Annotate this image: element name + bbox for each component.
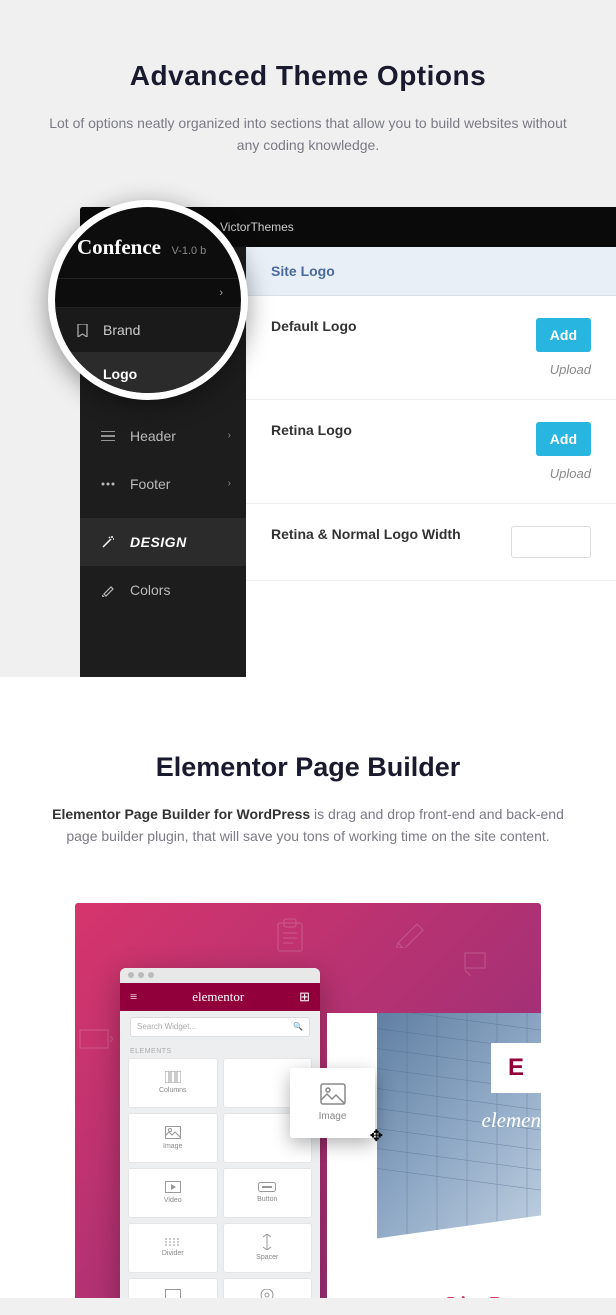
section1-title: Advanced Theme Options <box>0 60 616 92</box>
sidebar-item-colors[interactable]: Colors <box>80 566 246 614</box>
magnifier-lens: Confence V-1.0 b › Brand Logo <box>48 200 248 400</box>
chevron-right-icon: › <box>228 478 231 489</box>
section2-desc: Elementor Page Builder for WordPress is … <box>0 803 616 848</box>
widget-columns[interactable]: Columns <box>128 1058 218 1108</box>
widget-label: Spacer <box>256 1254 278 1261</box>
deco-pen-icon <box>395 918 430 948</box>
upload-hint: Upload <box>550 362 591 377</box>
imagebox-icon <box>165 1289 181 1298</box>
editor-brand: elementor <box>192 989 244 1005</box>
row-logo-width: Retina & Normal Logo Width <box>246 504 616 581</box>
lens-logo-label: Logo <box>103 366 137 382</box>
search-placeholder: Search Widget... <box>137 1022 196 1031</box>
sidebar-footer-label: Footer <box>130 476 170 492</box>
upload-hint: Upload <box>550 466 591 481</box>
logo-width-input[interactable] <box>511 526 591 558</box>
widget-label: Video <box>164 1197 182 1204</box>
elementor-logo-icon: E <box>491 1043 541 1093</box>
lens-item-brand[interactable]: Brand <box>55 308 241 352</box>
deco-clipboard-icon <box>275 918 305 953</box>
add-default-logo-button[interactable]: Add <box>536 318 591 352</box>
chevron-right-icon: › <box>219 287 223 299</box>
drag-widget-label: Image <box>319 1111 347 1122</box>
hamburger-icon <box>100 431 116 441</box>
advanced-theme-section: Advanced Theme Options Lot of options ne… <box>0 0 616 677</box>
editor-header: ≡ elementor ⊞ <box>120 983 320 1011</box>
row-default-logo: Default Logo Add Upload <box>246 296 616 400</box>
bookmark-icon <box>77 324 91 337</box>
widget-divider[interactable]: Divider <box>128 1223 218 1273</box>
window-dot <box>128 972 134 978</box>
widget-video[interactable]: Video <box>128 1168 218 1218</box>
window-controls <box>120 968 320 983</box>
columns-icon <box>165 1071 181 1083</box>
dots-icon <box>100 482 116 486</box>
brush-icon <box>100 583 116 597</box>
section2-desc-bold: Elementor Page Builder for WordPress <box>52 806 310 822</box>
deco-brush-icon <box>460 948 490 978</box>
maps-icon <box>260 1289 274 1298</box>
elementor-section: Elementor Page Builder Elementor Page Bu… <box>0 677 616 1298</box>
section1-desc: Lot of options neatly organized into sec… <box>0 112 616 157</box>
logo-width-label: Retina & Normal Logo Width <box>271 526 511 542</box>
widget-label: Image <box>163 1143 182 1150</box>
dragging-widget[interactable]: Image ✥ <box>290 1068 375 1138</box>
window-dot <box>148 972 154 978</box>
search-icon: 🔍 <box>293 1022 303 1031</box>
lens-brand: Confence <box>77 235 161 259</box>
add-retina-logo-button[interactable]: Add <box>536 422 591 456</box>
widget-image-box[interactable]: Image Box <box>128 1278 218 1298</box>
sidebar-item-design[interactable]: DESIGN <box>80 518 246 566</box>
sidebar-design-label: DESIGN <box>130 534 187 550</box>
elementor-preview: E elemen Live Page Builder Fo <box>327 1013 541 1298</box>
elementor-frame: ≡ elementor ⊞ Search Widget... 🔍 ELEMENT… <box>75 903 541 1298</box>
widget-spacer[interactable]: Spacer <box>223 1223 313 1273</box>
widget-image[interactable]: Image <box>128 1113 218 1163</box>
search-input[interactable]: Search Widget... 🔍 <box>130 1017 310 1037</box>
widget-label: Button <box>257 1196 277 1203</box>
sidebar-colors-label: Colors <box>130 582 170 598</box>
sidebar-item-footer[interactable]: Footer › <box>80 460 246 508</box>
wand-icon <box>100 535 116 549</box>
move-cursor-icon: ✥ <box>370 1126 383 1146</box>
grid-icon[interactable]: ⊞ <box>299 989 310 1005</box>
editor-search-wrap: Search Widget... 🔍 <box>120 1011 320 1043</box>
lens-brand-label: Brand <box>103 322 140 338</box>
video-icon <box>165 1181 181 1193</box>
widget-label: Columns <box>159 1087 187 1094</box>
chevron-right-icon: › <box>228 430 231 441</box>
hamburger-icon[interactable]: ≡ <box>130 989 137 1005</box>
retina-logo-label: Retina Logo <box>271 422 451 438</box>
elements-label: ELEMENTS <box>120 1043 320 1058</box>
image-icon <box>320 1083 346 1105</box>
widget-button[interactable]: Button <box>223 1168 313 1218</box>
preview-tagline: Live Page Builder Fo <box>447 1293 541 1298</box>
topbar-brand: VictorThemes <box>220 220 294 234</box>
sidebar-header-label: Header <box>130 428 176 444</box>
image-icon <box>165 1126 181 1139</box>
lens-version: V-1.0 b <box>171 245 206 257</box>
spacer-icon <box>261 1234 273 1250</box>
button-icon <box>258 1182 276 1192</box>
options-content: Site Logo Default Logo Add Upload Retina… <box>246 247 616 677</box>
content-header: Site Logo <box>246 247 616 296</box>
default-logo-label: Default Logo <box>271 318 451 334</box>
window-dot <box>138 972 144 978</box>
row-retina-logo: Retina Logo Add Upload <box>246 400 616 504</box>
lens-row-first[interactable]: › <box>55 278 241 308</box>
widget-google-maps[interactable]: Google Maps <box>223 1278 313 1298</box>
divider-icon <box>165 1238 181 1246</box>
sidebar-item-header[interactable]: Header › <box>80 412 246 460</box>
section2-title: Elementor Page Builder <box>0 752 616 783</box>
deco-screen-icon <box>78 1028 113 1053</box>
widget-label: Divider <box>162 1250 184 1257</box>
preview-brand: elemen <box>482 1108 541 1133</box>
